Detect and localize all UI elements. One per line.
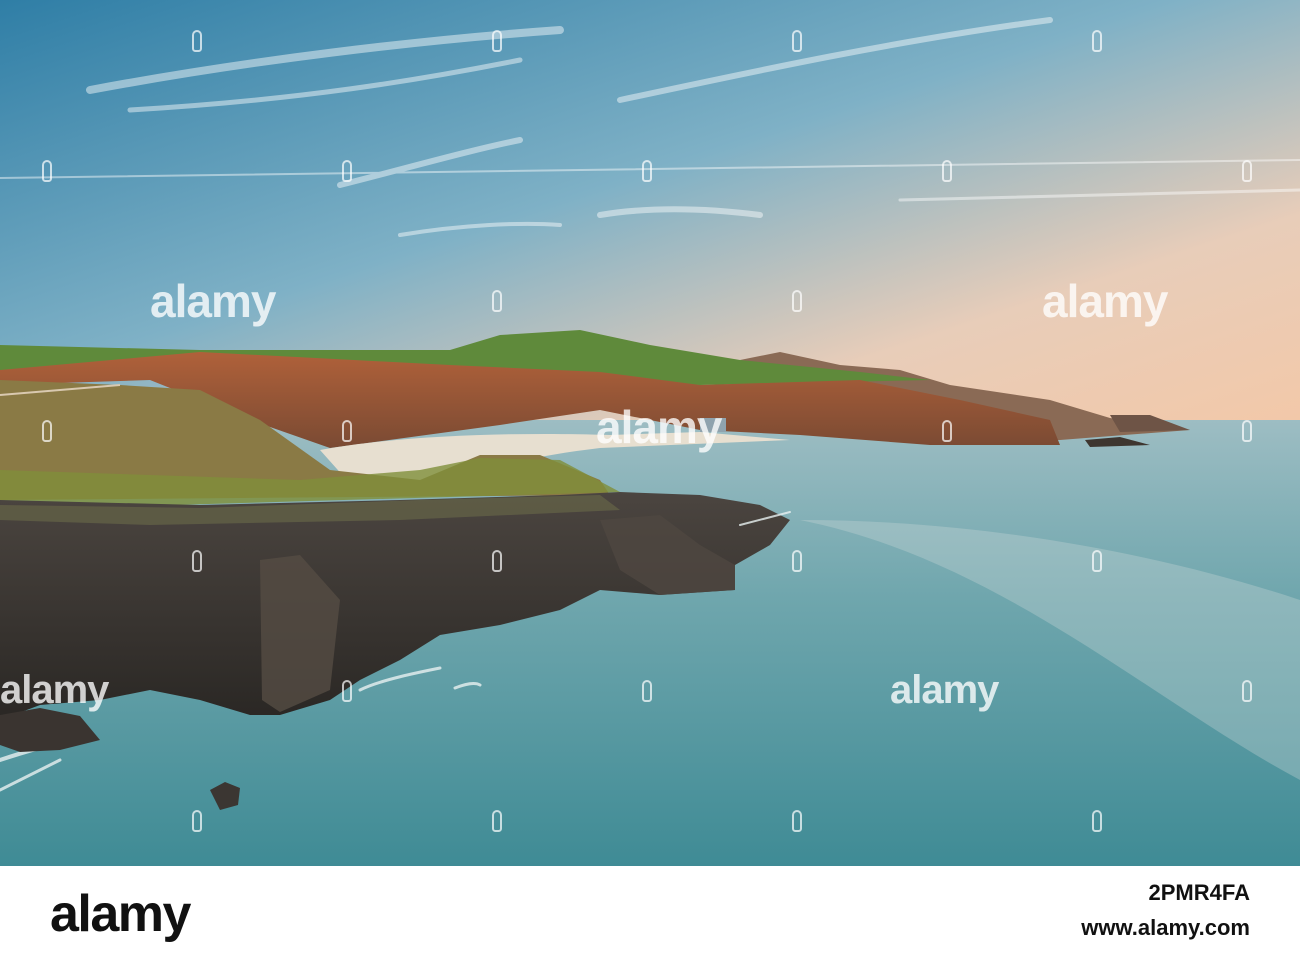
- watermark-mark: [42, 160, 52, 182]
- watermark-logo: alamy: [1042, 275, 1168, 327]
- watermark-logo: alamy: [596, 401, 722, 453]
- watermark-mark: [1092, 30, 1102, 52]
- watermark-mark: [1242, 160, 1252, 182]
- watermark-mark: [192, 550, 202, 572]
- watermark-mark: [642, 160, 652, 182]
- watermark-mark: [342, 420, 352, 442]
- watermark-mark: [1242, 680, 1252, 702]
- watermark-mark: [1092, 550, 1102, 572]
- watermark-logo: alamy: [890, 668, 999, 712]
- watermark-mark: [342, 160, 352, 182]
- watermark-mark: [942, 420, 952, 442]
- watermark-mark: [342, 680, 352, 702]
- site-url[interactable]: www.alamy.com: [1081, 908, 1250, 948]
- watermark-logo: alamy: [0, 668, 109, 712]
- watermark-mark: [42, 420, 52, 442]
- image-id: 2PMR4FA: [1148, 880, 1250, 905]
- watermark-mark: [492, 550, 502, 572]
- watermark-mark: [1092, 810, 1102, 832]
- footer-logo: alamy: [50, 885, 191, 943]
- watermark-mark: [492, 30, 502, 52]
- watermark-mark: [492, 810, 502, 832]
- watermark-mark: [1242, 420, 1252, 442]
- watermark-mark: [792, 810, 802, 832]
- coastal-photo: alamy alamy alamy alamy alamy: [0, 0, 1300, 866]
- watermark-mark: [942, 160, 952, 182]
- watermark-mark: [792, 30, 802, 52]
- watermark-mark: [192, 30, 202, 52]
- watermark-mark: [792, 550, 802, 572]
- watermark-mark: [792, 290, 802, 312]
- watermark-mark: [642, 680, 652, 702]
- watermark-logo: alamy: [150, 275, 276, 327]
- footer-meta: 2PMR4FA www.alamy.com: [1081, 878, 1250, 948]
- footer-bar: alamy 2PMR4FA www.alamy.com: [0, 866, 1300, 956]
- watermark-mark: [492, 290, 502, 312]
- watermark-mark: [192, 810, 202, 832]
